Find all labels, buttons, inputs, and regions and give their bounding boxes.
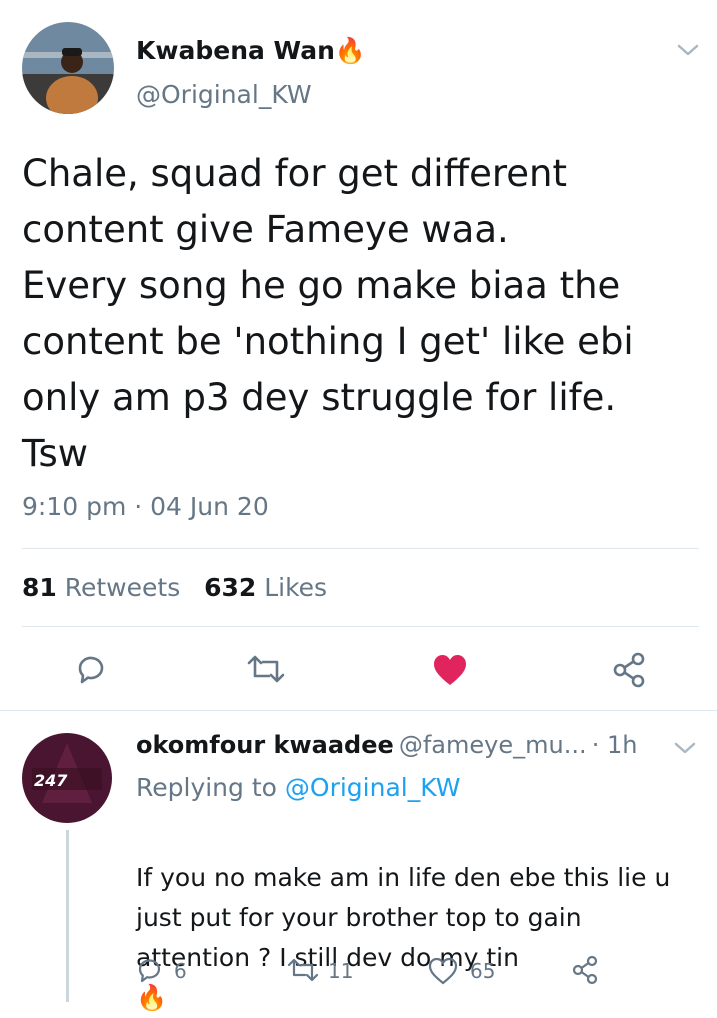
reply-text: If you no make am in life den ebe this l… xyxy=(136,818,711,1018)
fire-emoji: 🔥 xyxy=(334,36,367,65)
likes-stat[interactable]: 632 Likes xyxy=(204,573,327,602)
reply-author-name[interactable]: okomfour kwaadee xyxy=(136,731,394,759)
reply-icon[interactable] xyxy=(74,652,108,686)
likes-label: Likes xyxy=(264,573,328,602)
like-count: 65 xyxy=(470,959,496,983)
author-name[interactable]: Kwabena Wan🔥 xyxy=(136,36,366,66)
author-name-text: Kwabena Wan xyxy=(136,36,335,65)
share-icon[interactable] xyxy=(571,955,599,985)
divider xyxy=(22,548,699,549)
avatar-text: 247 xyxy=(34,771,68,790)
replying-to-link[interactable]: @Original_KW xyxy=(285,773,461,802)
retweet-icon[interactable] xyxy=(245,654,287,684)
likes-count: 632 xyxy=(204,573,257,602)
retweet-count: 11 xyxy=(328,959,354,983)
chevron-down-icon[interactable] xyxy=(676,42,700,58)
tweet-text: Chale, squad for get different content g… xyxy=(22,152,634,475)
reply-avatar[interactable]: 247 xyxy=(22,733,112,823)
retweet-icon[interactable] xyxy=(286,958,320,982)
fire-emoji: 🔥 xyxy=(136,983,168,1012)
reply-count: 6 xyxy=(174,959,187,983)
replying-prefix: Replying to xyxy=(136,773,277,802)
share-icon[interactable] xyxy=(612,652,646,688)
author-handle[interactable]: @Original_KW xyxy=(136,80,312,109)
chevron-down-icon[interactable] xyxy=(673,740,697,756)
divider xyxy=(0,710,717,711)
author-avatar[interactable] xyxy=(22,22,114,114)
reply-icon[interactable] xyxy=(136,956,164,984)
divider xyxy=(22,626,699,627)
retweets-label: Retweets xyxy=(64,573,181,602)
reply-header: okomfour kwaadee @fameye_mu... · 1h xyxy=(136,731,637,759)
heart-outline-icon[interactable] xyxy=(428,957,458,985)
reply-author-handle[interactable]: @fameye_mu... xyxy=(399,731,587,759)
tweet-stats: 81 Retweets 632 Likes xyxy=(22,573,327,602)
retweets-stat[interactable]: 81 Retweets xyxy=(22,573,180,602)
reply-time: · 1h xyxy=(591,731,638,759)
tweet-timestamp[interactable]: 9:10 pm · 04 Jun 20 xyxy=(22,492,269,521)
replying-to: Replying to @Original_KW xyxy=(136,773,460,802)
thread-line xyxy=(66,830,69,1002)
retweets-count: 81 xyxy=(22,573,57,602)
heart-icon[interactable] xyxy=(432,653,468,687)
